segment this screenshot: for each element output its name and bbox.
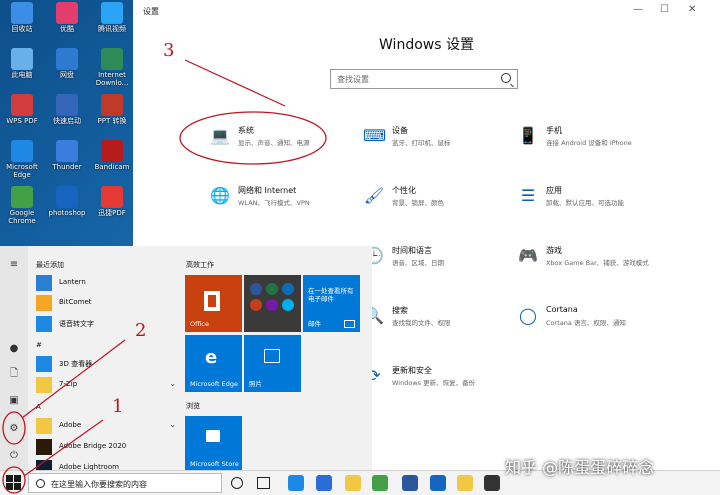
annotation-circle-system	[179, 111, 327, 165]
annotation-number-1: 1	[112, 396, 124, 417]
annotation-number-2: 2	[135, 320, 147, 341]
annotation-circle-settings	[2, 411, 26, 445]
annotation-arrow-3	[184, 59, 286, 107]
annotation-arrow-2	[21, 339, 126, 419]
annotation-circle-start	[2, 466, 26, 494]
annotation-arrow-1	[23, 419, 104, 477]
annotation-number-3: 3	[163, 40, 175, 61]
annotation-overlay	[2, 59, 327, 494]
watermark: 知乎 @陈蛋蛋碎碎念	[505, 458, 655, 477]
